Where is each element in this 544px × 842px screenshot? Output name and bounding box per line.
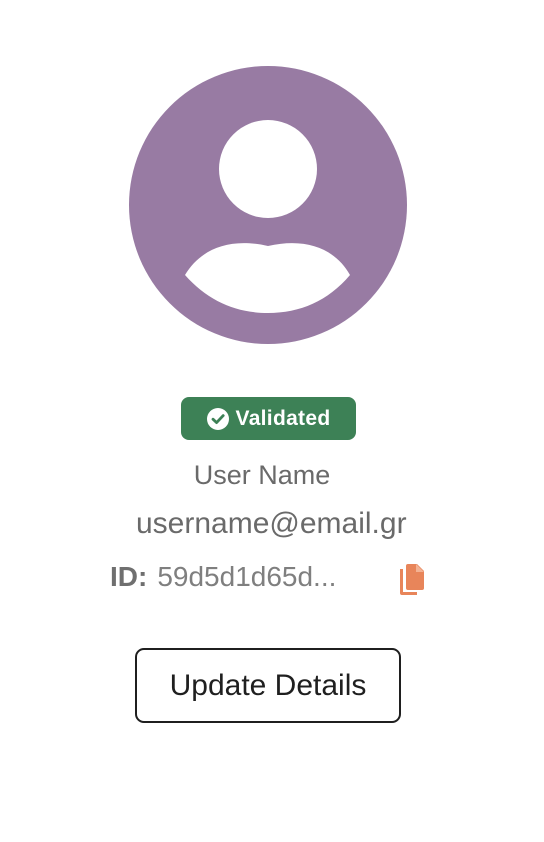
user-name: User Name bbox=[193, 460, 331, 490]
check-circle-icon bbox=[206, 407, 229, 430]
avatar bbox=[128, 65, 408, 345]
user-avatar-icon bbox=[129, 66, 407, 344]
status-badge-label: Validated bbox=[235, 406, 331, 430]
profile-card: Validated User Name username@email.gr ID… bbox=[0, 0, 544, 842]
user-email: username@email.gr bbox=[136, 507, 407, 540]
id-value: 59d5d1d65d... bbox=[157, 561, 337, 592]
copy-icon[interactable] bbox=[396, 563, 426, 597]
status-badge: Validated bbox=[181, 397, 356, 440]
update-details-button[interactable]: Update Details bbox=[135, 648, 401, 723]
user-id-row: ID: 59d5d1d65d... bbox=[110, 561, 336, 593]
id-label: ID: bbox=[110, 561, 148, 592]
